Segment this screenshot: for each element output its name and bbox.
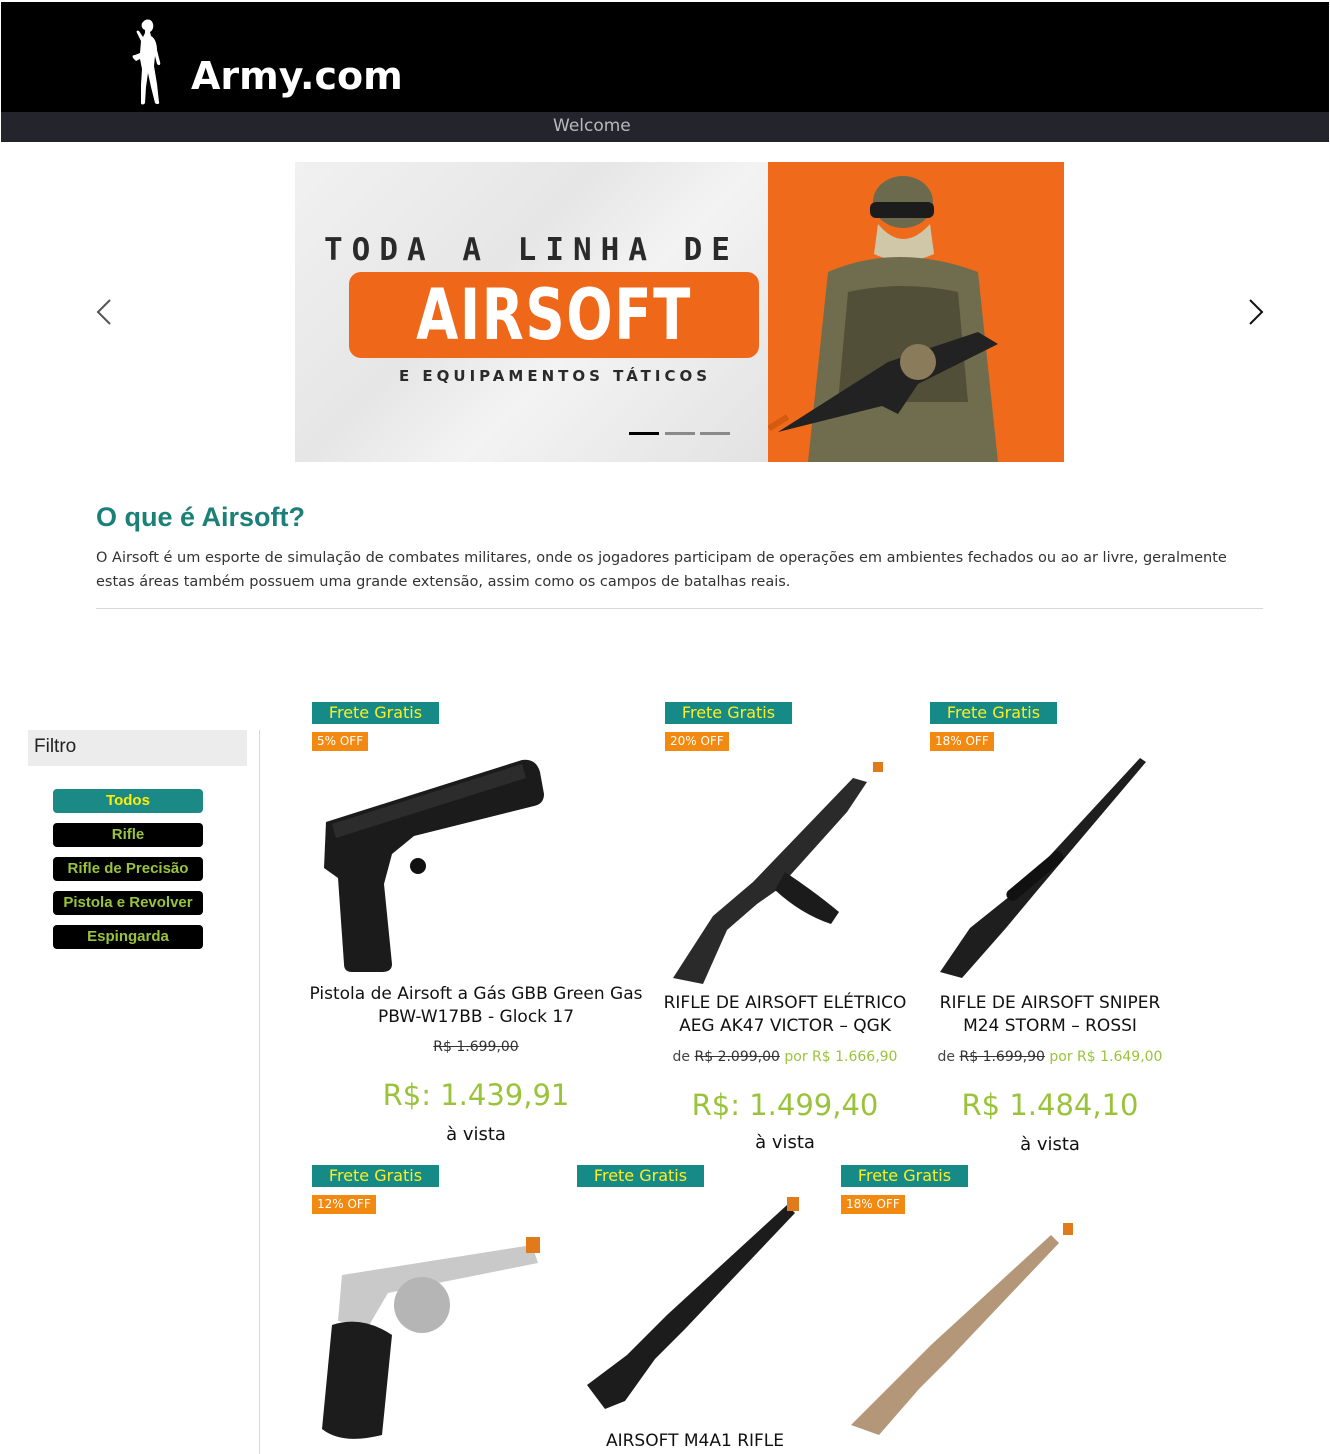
soldier-silhouette-logo-icon[interactable] [121,16,171,108]
banner-image-panel [767,162,1064,462]
product-old-price: R$ 1.699,00 [308,1039,644,1055]
filter-rifle-precisao-button[interactable]: Rifle de Precisão [53,857,203,881]
de-label: de [672,1049,691,1065]
product-price: R$ 1.484,10 [961,1088,1139,1122]
product-image-glock[interactable] [312,752,548,974]
filter-todos-button[interactable]: Todos [53,789,203,813]
banner-line3: E EQUIPAMENTOS TÁTICOS [398,367,712,385]
filter-espingarda-button[interactable]: Espingarda [53,925,203,949]
carousel-dot-2[interactable] [665,432,695,435]
site-header: Army.com [1,2,1329,112]
product-payment-note: à vista [755,1132,815,1153]
discount-badge: 5% OFF [312,732,369,751]
brand-name[interactable]: Army.com [191,54,403,98]
de-label: de [937,1049,956,1065]
product-old-price: de R$ 2.099,00 por R$ 1.666,90 [640,1049,930,1065]
banner-headline-pill: AIRSOFT [349,272,759,358]
product-image-tan-rifle[interactable] [841,1215,1077,1445]
discount-badge: 12% OFF [312,1195,376,1214]
free-shipping-badge: Frete Gratis [312,702,439,724]
product-image-ak47[interactable] [665,752,901,988]
banner-headline: AIRSOFT [416,274,692,356]
product-name[interactable]: Pistola de Airsoft a Gás GBB Green Gas P… [308,983,644,1029]
soldier-image [767,176,998,462]
hero-carousel[interactable]: TODA A LINHA DE AIRSOFT E EQUIPAMENTOS T… [295,162,1064,462]
old-price-value: R$ 1.699,00 [433,1039,519,1055]
product-name[interactable]: AIRSOFT M4A1 RIFLE [577,1430,813,1453]
discount-badge: 18% OFF [930,732,994,751]
free-shipping-badge: Frete Gratis [841,1165,968,1187]
filter-pistola-revolver-button[interactable]: Pistola e Revolver [53,891,203,915]
sidebar-divider [259,730,260,1454]
filter-rifle-button[interactable]: Rifle [53,823,203,847]
section-divider [96,608,1263,609]
banner-text-panel: TODA A LINHA DE AIRSOFT E EQUIPAMENTOS T… [295,162,768,462]
banner-line1: TODA A LINHA DE [324,232,739,268]
por-price: por R$ 1.649,00 [1049,1049,1163,1065]
product-image-revolver[interactable] [312,1215,548,1445]
old-price-value: R$ 2.099,00 [694,1049,780,1065]
discount-badge: 20% OFF [665,732,729,751]
carousel-dot-1[interactable] [629,432,659,435]
por-price: por R$ 1.666,90 [784,1049,898,1065]
carousel-next-icon[interactable] [1246,298,1266,326]
carousel-prev-icon[interactable] [94,298,114,326]
filter-header: Filtro [28,730,247,766]
product-name[interactable]: RIFLE DE AIRSOFT ELÉTRICO AEG AK47 VICTO… [660,992,910,1038]
product-price: R$: 1.439,91 [382,1078,570,1112]
free-shipping-badge: Frete Gratis [312,1165,439,1187]
product-image-sniper[interactable] [930,752,1166,988]
intro-text: O Airsoft é um esporte de simulação de c… [96,550,1227,590]
product-image-m4a1[interactable] [577,1195,813,1425]
free-shipping-badge: Frete Gratis [665,702,792,724]
product-name[interactable]: RIFLE DE AIRSOFT SNIPER M24 STORM – ROSS… [925,992,1175,1038]
product-payment-note: à vista [1020,1134,1080,1155]
intro-title: O que é Airsoft? [96,502,306,532]
filter-title: Filtro [34,736,77,757]
nav-bar: Welcome [1,112,1329,142]
product-old-price: de R$ 1.699,90 por R$ 1.649,00 [905,1049,1195,1065]
free-shipping-badge: Frete Gratis [577,1165,704,1187]
product-price: R$: 1.499,40 [691,1088,879,1122]
discount-badge: 18% OFF [841,1195,905,1214]
product-payment-note: à vista [446,1124,506,1145]
free-shipping-badge: Frete Gratis [930,702,1057,724]
nav-welcome-link[interactable]: Welcome [553,116,631,136]
carousel-dot-3[interactable] [700,432,730,435]
old-price-value: R$ 1.699,90 [959,1049,1045,1065]
